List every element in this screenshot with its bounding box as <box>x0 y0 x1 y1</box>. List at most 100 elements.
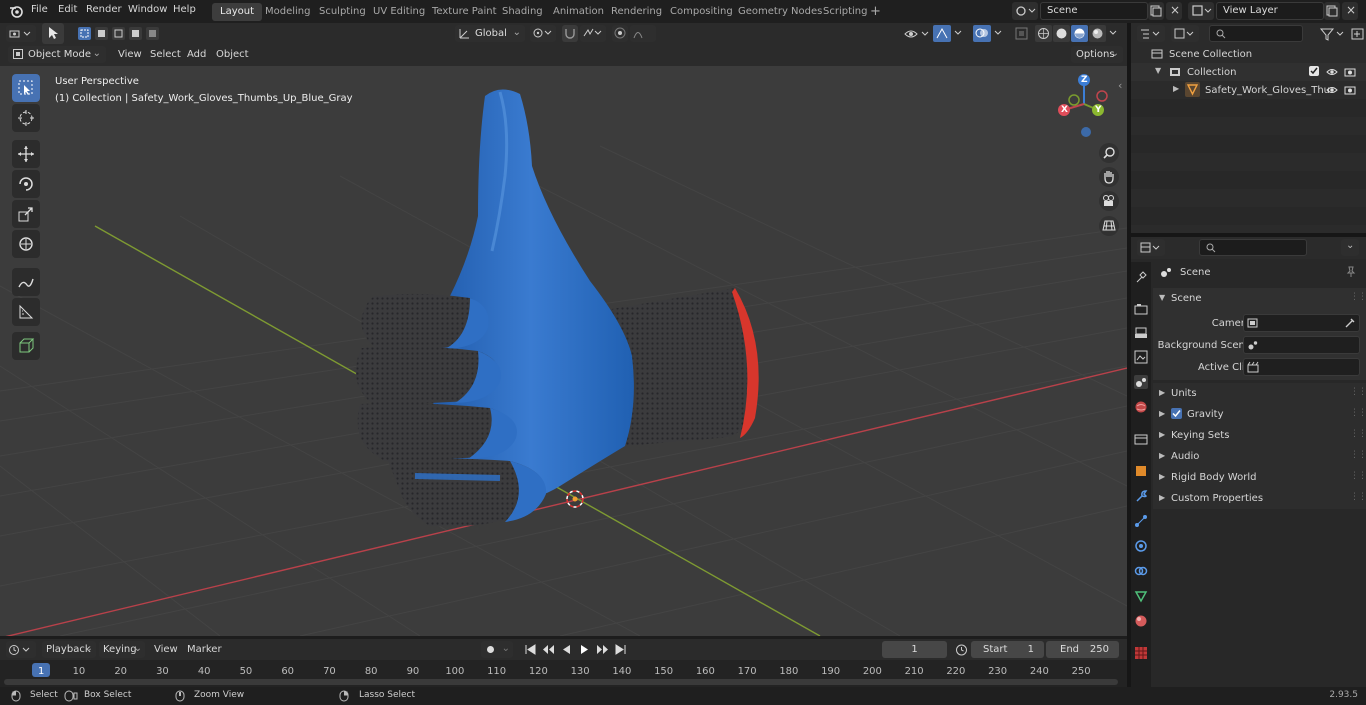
collection-tab-icon[interactable] <box>1134 432 1148 446</box>
jump-keyframe-back-icon[interactable] <box>540 641 557 658</box>
tool-tab-icon[interactable] <box>1134 270 1148 284</box>
new-collection-icon[interactable] <box>1351 26 1365 42</box>
zoom-icon[interactable] <box>1098 142 1120 164</box>
stopwatch-icon[interactable] <box>955 643 968 656</box>
tab-animation[interactable]: Animation <box>545 3 612 21</box>
view-layer-selector-button[interactable] <box>1188 2 1214 20</box>
playback-menu[interactable]: Playback ⌄ <box>42 641 96 658</box>
output-tab-icon[interactable] <box>1134 326 1148 340</box>
constraints-tab-icon[interactable] <box>1134 564 1148 578</box>
3d-viewport[interactable]: User Perspective (1) Collection | Safety… <box>0 66 1127 636</box>
tab-modeling[interactable]: Modeling <box>257 3 319 21</box>
add-workspace-icon[interactable]: + <box>870 4 881 19</box>
drag-handle-icon[interactable]: ⋮⋮ <box>1350 429 1366 439</box>
camera-view-icon[interactable] <box>1098 190 1120 212</box>
menu-add[interactable]: Add <box>187 49 206 60</box>
add-cube-icon[interactable] <box>12 332 40 360</box>
timeline-editor-type-button[interactable] <box>6 641 36 658</box>
outliner-editor-type-button[interactable] <box>1137 25 1165 42</box>
tab-uv-editing[interactable]: UV Editing <box>365 3 433 21</box>
editor-type-button[interactable] <box>6 25 36 42</box>
proportional-falloff-button[interactable] <box>630 25 656 42</box>
expand-arrow-icon[interactable]: ▶ <box>1173 84 1179 93</box>
mode-dropdown[interactable]: Object Mode ⌄ <box>8 46 106 63</box>
world-tab-icon[interactable] <box>1134 400 1148 414</box>
object-tab-icon[interactable] <box>1134 464 1148 478</box>
menu-file[interactable]: File <box>31 4 48 15</box>
record-button[interactable]: ⌄ <box>481 641 513 658</box>
menu-view[interactable]: View <box>118 49 142 60</box>
drag-handle-icon[interactable]: ⋮⋮ <box>1350 292 1366 302</box>
current-frame-field[interactable]: 1 <box>882 641 947 658</box>
gizmo-toggle-button[interactable] <box>932 24 966 43</box>
snap-target-button[interactable] <box>580 25 606 42</box>
panel-gravity[interactable]: ▶ Gravity ⋮⋮ <box>1153 404 1366 425</box>
xray-toggle-icon[interactable] <box>1014 25 1030 42</box>
scale-icon[interactable] <box>12 200 40 228</box>
panel-keying-sets[interactable]: ▶ Keying Sets ⋮⋮ <box>1153 425 1366 446</box>
camera-field[interactable] <box>1243 314 1360 332</box>
drag-handle-icon[interactable]: ⋮⋮ <box>1350 387 1366 397</box>
measure-icon[interactable] <box>12 298 40 326</box>
keying-menu[interactable]: Keying ⌄ <box>99 641 145 658</box>
view-layer-field[interactable]: View Layer <box>1216 2 1324 20</box>
pivot-point-button[interactable] <box>530 25 556 42</box>
new-scene-icon[interactable] <box>1148 2 1164 20</box>
tab-rendering[interactable]: Rendering <box>603 3 670 21</box>
tweak-tool-button[interactable] <box>42 23 64 44</box>
tab-texture-paint[interactable]: Texture Paint <box>424 3 505 21</box>
background-scene-field[interactable] <box>1243 336 1360 354</box>
tab-compositing[interactable]: Compositing <box>662 3 741 21</box>
tab-shading[interactable]: Shading <box>494 3 551 21</box>
render-tab-icon[interactable] <box>1134 302 1148 316</box>
particles-tab-icon[interactable] <box>1134 514 1148 528</box>
cursor-icon[interactable] <box>12 104 40 132</box>
menu-edit[interactable]: Edit <box>58 4 77 15</box>
properties-editor-type-button[interactable] <box>1137 239 1165 256</box>
end-frame-field[interactable]: End 250 <box>1046 641 1119 658</box>
physics-tab-icon[interactable] <box>1134 539 1148 553</box>
pan-hand-icon[interactable] <box>1098 166 1120 188</box>
move-icon[interactable] <box>12 140 40 168</box>
select-box-icon[interactable] <box>12 74 40 102</box>
proportional-edit-icon[interactable] <box>612 25 628 42</box>
outliner-row-scene-collection[interactable]: Scene Collection <box>1131 45 1366 63</box>
tab-scripting[interactable]: Scripting <box>815 3 875 21</box>
timeline-menu-view[interactable]: View <box>154 644 178 655</box>
view-layer-tab-icon[interactable] <box>1134 350 1148 364</box>
panel-rigid-body-world[interactable]: ▶ Rigid Body World ⋮⋮ <box>1153 467 1366 488</box>
delete-view-layer-icon[interactable]: × <box>1342 2 1358 20</box>
outliner-row-collection[interactable]: ▼ Collection <box>1131 63 1366 81</box>
annotate-icon[interactable] <box>12 268 40 296</box>
texture-tab-icon[interactable] <box>1134 646 1148 660</box>
modifier-wrench-icon[interactable] <box>1134 489 1148 503</box>
snap-toggle-icon[interactable] <box>562 25 578 42</box>
material-tab-icon[interactable] <box>1134 614 1148 628</box>
scene-section-header[interactable]: ▼ Scene ⋮⋮ <box>1153 288 1366 308</box>
properties-search-input[interactable] <box>1199 239 1307 256</box>
menu-object[interactable]: Object <box>216 49 249 60</box>
menu-select[interactable]: Select <box>150 49 181 60</box>
menu-render[interactable]: Render <box>86 4 122 15</box>
scene-tab-icon[interactable] <box>1134 375 1148 389</box>
ortho-grid-icon[interactable] <box>1098 215 1120 237</box>
options-dropdown[interactable]: Options ⌄ <box>1071 46 1123 63</box>
start-frame-field[interactable]: Start 1 <box>971 641 1044 658</box>
display-mode-button[interactable] <box>1171 25 1199 42</box>
sidebar-toggle-icon[interactable]: ‹ <box>1118 79 1122 92</box>
outliner-search-input[interactable] <box>1209 25 1303 42</box>
panel-units[interactable]: ▶ Units ⋮⋮ <box>1153 383 1366 404</box>
filter-icon[interactable] <box>1319 26 1347 42</box>
jump-keyframe-forward-icon[interactable] <box>594 641 611 658</box>
play-icon[interactable] <box>576 641 593 658</box>
overlays-toggle-button[interactable] <box>972 24 1006 43</box>
scene-name-field[interactable]: Scene <box>1040 2 1148 20</box>
transform-orientation-dropdown[interactable]: Global ⌄ <box>455 25 525 42</box>
panel-custom-properties[interactable]: ▶ Custom Properties ⋮⋮ <box>1153 488 1366 509</box>
timeline-scrollbar[interactable] <box>4 679 1118 685</box>
timeline-menu-marker[interactable]: Marker <box>187 644 222 655</box>
data-tab-icon[interactable] <box>1134 589 1148 603</box>
object-visibility-button[interactable] <box>902 25 936 42</box>
play-reverse-icon[interactable] <box>558 641 575 658</box>
active-clip-field[interactable] <box>1243 358 1360 376</box>
